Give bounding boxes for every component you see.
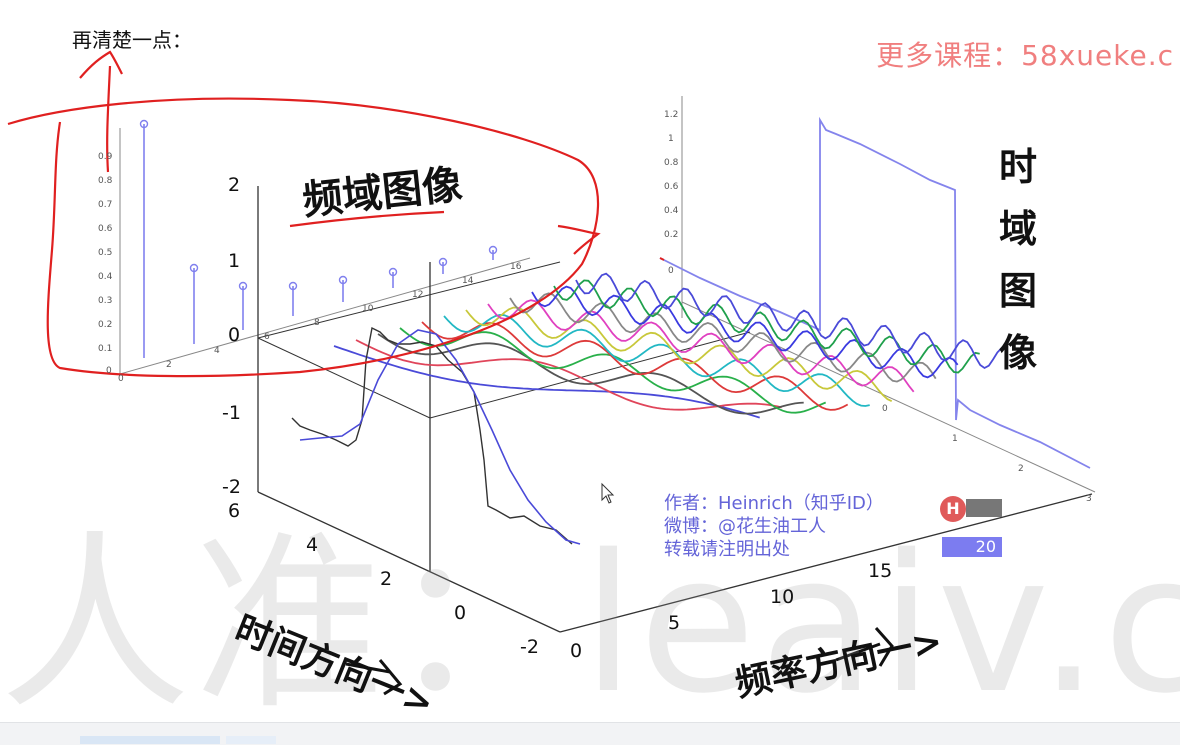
tick-label: -2 — [520, 636, 539, 658]
zero-plane-edge-2 — [429, 331, 751, 419]
tick-label: 8 — [314, 318, 320, 328]
tick-label: 0.6 — [98, 224, 113, 234]
time-domain-char: 域 — [998, 207, 1037, 251]
credit-repost: 转载请注明出处 — [664, 539, 790, 560]
gray-slider[interactable] — [966, 499, 1002, 517]
tick-label: 10 — [770, 586, 795, 608]
time-domain-char: 时 — [998, 145, 1037, 189]
tick-label: 0 — [668, 266, 674, 276]
sine-wave-line — [443, 313, 870, 407]
zero-plane-edge-3 — [257, 261, 561, 339]
tick-label: 4 — [214, 346, 220, 356]
credit-weibo: 微博：@花生油工人 — [664, 516, 826, 537]
tick-label: 15 — [868, 560, 893, 582]
tick-label: 4 — [306, 534, 319, 556]
tick-label: 0 — [118, 374, 124, 384]
tick-label: 2 — [1018, 464, 1024, 474]
tick-label: 0 — [228, 324, 241, 346]
time-domain-char: 图 — [998, 269, 1037, 313]
tick-label: 14 — [462, 276, 474, 286]
tick-label: 0.7 — [98, 200, 113, 210]
tick-label: 0.4 — [98, 272, 113, 282]
bottom-tab[interactable] — [80, 736, 220, 744]
tick-label: 10 — [362, 304, 374, 314]
background-watermark: 人准：leaiv.cn — [0, 514, 1180, 735]
time-domain-char: 像 — [998, 331, 1037, 375]
tick-label: 0 — [106, 366, 112, 376]
tick-label: 16 — [510, 262, 522, 272]
h-badge-button[interactable]: H — [940, 496, 966, 522]
sine-wave-line — [465, 306, 893, 403]
red-up-arrow-head — [79, 50, 123, 79]
course-watermark: 更多课程：58xueke.c — [876, 39, 1174, 72]
tick-label: 1 — [228, 250, 241, 272]
tick-label: 6 — [264, 332, 270, 342]
tick-label: 1.2 — [664, 110, 679, 120]
sine-wave-line — [399, 327, 827, 414]
tick-label: 0.8 — [98, 176, 113, 186]
tick-label: -1 — [222, 402, 241, 424]
tick-label: -2 — [222, 476, 241, 498]
tick-label: 0 — [570, 640, 583, 662]
tick-label: 12 — [412, 290, 424, 300]
tick-label: 0 — [454, 602, 467, 624]
terms-value-box[interactable]: 20 — [942, 537, 1002, 557]
tick-label: 0.5 — [98, 248, 113, 258]
tick-label: 1 — [952, 434, 958, 444]
tick-label: 0.2 — [98, 320, 113, 330]
tick-label: 1 — [668, 134, 674, 144]
tick-label: 5 — [668, 612, 681, 634]
note-text: 再清楚一点： — [72, 28, 192, 52]
sine-wave-line — [575, 272, 1003, 370]
video-frame: 再清楚一点： 更多课程：58xueke.c 人准：leaiv.cn 频域图像 时… — [0, 0, 1180, 745]
credits-block: 作者：Heinrich（知乎ID） 微博：@花生油工人 转载请注明出处 — [664, 492, 884, 561]
tick-label: 0.4 — [664, 206, 679, 216]
bottom-tab[interactable] — [226, 736, 276, 744]
tick-label: 0.2 — [664, 230, 679, 240]
tick-label: 0.3 — [98, 296, 113, 306]
tick-label: 0.6 — [664, 182, 679, 192]
tick-label: 0.8 — [664, 158, 679, 168]
tick-label: 0.1 — [98, 344, 113, 354]
tick-label: 2 — [380, 568, 393, 590]
tick-label: 0.9 — [98, 152, 113, 162]
red-ellipse-annotation — [7, 97, 600, 378]
credit-author: 作者：Heinrich（知乎ID） — [664, 493, 884, 514]
tick-label: 3 — [1086, 494, 1092, 504]
time-domain-label: 时 域 图 像 — [996, 136, 1040, 384]
tick-label: 2 — [228, 174, 241, 196]
tick-label: 2 — [166, 360, 172, 370]
tick-label: 0 — [882, 404, 888, 414]
tick-label: 6 — [228, 500, 241, 522]
